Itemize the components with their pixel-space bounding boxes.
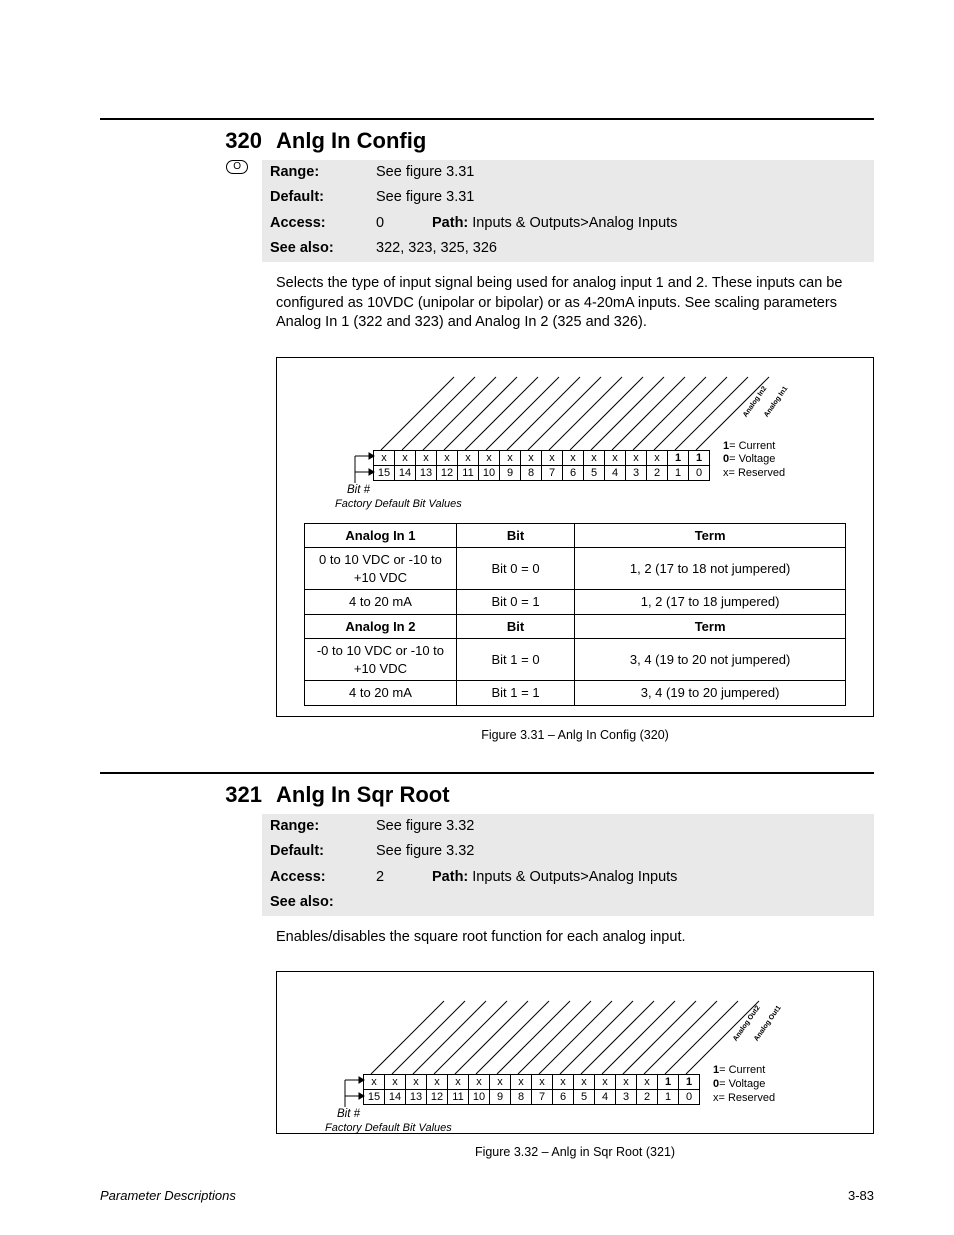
factory-default-label: Factory Default Bit Values [335, 497, 462, 512]
path-label: Path: [432, 215, 468, 231]
param-number: 321 [100, 780, 276, 810]
factory-default-label: Factory Default Bit Values [325, 1121, 452, 1136]
cfg-header-a2: Term [575, 523, 845, 548]
badge-area-empty [100, 814, 262, 916]
cfg-header-a0: Analog In 1 [305, 523, 456, 548]
config-table: Analog In 1 Bit Term 0 to 10 VDC or -10 … [304, 523, 845, 706]
section-rule [100, 772, 874, 774]
bit-diagram-lines [335, 984, 815, 1129]
section-rule [100, 118, 874, 120]
bit-number-row: 15 14 13 12 11 10 9 8 7 6 5 4 3 2 [364, 1090, 700, 1105]
bit-number-row: 15 14 13 12 11 10 9 8 7 6 5 4 3 2 [374, 465, 710, 480]
badge-area: O [100, 160, 262, 262]
label-access: Access: [262, 865, 368, 891]
cfg-header-b0: Analog In 2 [305, 614, 456, 639]
legend-1-text: = Current [729, 440, 775, 452]
param-heading-321: 321 Anlg In Sqr Root [100, 780, 874, 810]
page-footer: Parameter Descriptions 3-83 [100, 1187, 874, 1205]
path-value: Inputs & Outputs>Analog Inputs [472, 215, 677, 231]
table-row: 4 to 20 mA Bit 0 = 1 1, 2 (17 to 18 jump… [305, 590, 845, 615]
bit-table: x x x x x x x x x x x x x x 1 [373, 450, 710, 481]
value-access: 0 [368, 211, 424, 237]
figure-box-332: Analog Out2 Analog Out1 x x x x x x x x … [276, 971, 874, 1134]
figure-box-331: Analog In2 Analog In1 x x x x x x x x x … [276, 357, 874, 717]
bit-diagram-lines [335, 370, 815, 505]
badge-o-icon: O [226, 160, 248, 174]
bit-diagram: Analog In2 Analog In1 x x x x x x x x x … [335, 370, 815, 505]
legend-x-text: = Reserved [719, 1092, 776, 1104]
body-text: Selects the type of input signal being u… [276, 274, 874, 333]
info-table: Range: See figure 3.32 Default: See figu… [262, 814, 874, 916]
legend-1-text: = Current [719, 1064, 765, 1076]
param-number: 320 [100, 126, 276, 156]
bit-value-row: x x x x x x x x x x x x x x 1 [364, 1075, 700, 1090]
bit-table: x x x x x x x x x x x x x x 1 [363, 1074, 700, 1105]
figure-caption-332: Figure 3.32 – Anlg in Sqr Root (321) [276, 1144, 874, 1161]
param-heading-320: 320 Anlg In Config [100, 126, 874, 156]
label-seealso: See also: [262, 890, 368, 916]
info-block-320: O Range: See figure 3.31 Default: See fi… [100, 160, 874, 262]
path-value: Inputs & Outputs>Analog Inputs [472, 869, 677, 885]
label-seealso: See also: [262, 236, 368, 262]
value-path: Path: Inputs & Outputs>Analog Inputs [424, 211, 874, 237]
value-range: See figure 3.32 [368, 814, 874, 840]
value-range: See figure 3.31 [368, 160, 874, 186]
figure-caption-331: Figure 3.31 – Anlg In Config (320) [276, 727, 874, 744]
bit-legend: 1= Current 0= Voltage x= Reserved [713, 1064, 775, 1105]
info-table: Range: See figure 3.31 Default: See figu… [262, 160, 874, 262]
value-seealso [368, 890, 874, 916]
value-seealso: 322, 323, 325, 326 [368, 236, 874, 262]
legend-x-text: = Reserved [729, 467, 786, 479]
content-321: Enables/disables the square root functio… [276, 928, 874, 1161]
bit-legend: 1= Current 0= Voltage x= Reserved [723, 440, 785, 481]
param-title: Anlg In Config [276, 126, 874, 156]
value-access: 2 [368, 865, 424, 891]
path-label: Path: [432, 869, 468, 885]
value-path: Path: Inputs & Outputs>Analog Inputs [424, 865, 874, 891]
legend-0-text: = Voltage [729, 453, 775, 465]
bit-diagram: Analog Out2 Analog Out1 x x x x x x x x … [335, 984, 815, 1129]
cfg-header-b2: Term [575, 614, 845, 639]
label-default: Default: [262, 185, 368, 211]
table-row: 4 to 20 mA Bit 1 = 1 3, 4 (19 to 20 jump… [305, 681, 845, 706]
label-access: Access: [262, 211, 368, 237]
info-block-321: Range: See figure 3.32 Default: See figu… [100, 814, 874, 916]
label-range: Range: [262, 814, 368, 840]
bit-value-row: x x x x x x x x x x x x x x 1 [374, 450, 710, 465]
footer-left: Parameter Descriptions [100, 1187, 236, 1205]
label-range: Range: [262, 160, 368, 186]
body-text: Enables/disables the square root functio… [276, 928, 874, 948]
label-default: Default: [262, 839, 368, 865]
value-default: See figure 3.32 [368, 839, 874, 865]
value-default: See figure 3.31 [368, 185, 874, 211]
cfg-header-a1: Bit [456, 523, 575, 548]
legend-0-text: = Voltage [719, 1078, 765, 1090]
content-320: Selects the type of input signal being u… [276, 274, 874, 744]
param-title: Anlg In Sqr Root [276, 780, 874, 810]
table-row: -0 to 10 VDC or -10 to +10 VDC Bit 1 = 0… [305, 639, 845, 681]
page: 320 Anlg In Config O Range: See figure 3… [0, 0, 954, 1235]
table-row: 0 to 10 VDC or -10 to +10 VDC Bit 0 = 0 … [305, 548, 845, 590]
cfg-header-b1: Bit [456, 614, 575, 639]
footer-right: 3-83 [848, 1187, 874, 1205]
